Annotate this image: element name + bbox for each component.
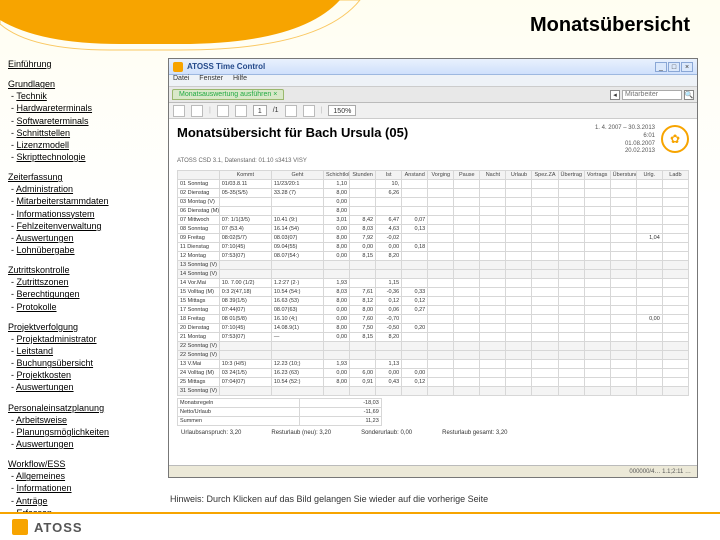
- nav-item[interactable]: Mitarbeiterstammdaten: [17, 196, 109, 206]
- search-icon[interactable]: 🔍: [684, 90, 694, 100]
- toolbar: | 1 /1 | 150%: [169, 103, 697, 119]
- close-button[interactable]: ×: [681, 62, 693, 72]
- menubar[interactable]: Datei Fenster Hilfe: [169, 75, 697, 87]
- nav-item[interactable]: Auswertungen: [16, 233, 74, 243]
- nav-item[interactable]: Berechtigungen: [17, 289, 80, 299]
- page-of: /1: [273, 107, 279, 114]
- nav-item[interactable]: Informationssystem: [17, 209, 95, 219]
- nav-section[interactable]: Einführung: [8, 58, 158, 70]
- minimize-button[interactable]: _: [655, 62, 667, 72]
- menu-help[interactable]: Hilfe: [233, 75, 247, 82]
- zoom-select[interactable]: 150%: [328, 105, 356, 116]
- window-controls[interactable]: _□×: [654, 62, 693, 72]
- nav-item[interactable]: Lizenzmodell: [17, 140, 70, 150]
- report-content: Monatsübersicht für Bach Ursula (05) 1. …: [169, 119, 697, 465]
- page-prev-icon[interactable]: [235, 105, 247, 117]
- page-last-icon[interactable]: [303, 105, 315, 117]
- prev-icon[interactable]: ◂: [610, 90, 620, 100]
- search-input[interactable]: [622, 90, 682, 100]
- totals-table: Monatsregeln-18,03Netto/Urlaub-11,69Summ…: [177, 398, 382, 426]
- nav-section[interactable]: Zutrittskontrolle: [8, 264, 158, 276]
- nav-section[interactable]: Personaleinsatzplanung: [8, 402, 158, 414]
- nav-item[interactable]: Administration: [16, 184, 73, 194]
- page-next-icon[interactable]: [285, 105, 297, 117]
- nav-item[interactable]: Zutrittszonen: [17, 277, 69, 287]
- nav-item[interactable]: Planungsmöglichkeiten: [17, 427, 110, 437]
- tab-close-icon[interactable]: ×: [273, 91, 277, 98]
- nav-section[interactable]: Grundlagen: [8, 78, 158, 90]
- brand-icon: [12, 519, 28, 535]
- left-nav: EinführungGrundlagen- Technik- Hardwaret…: [8, 58, 158, 527]
- tab-bar: Monatsauswertung ausführen × ◂ 🔍: [169, 87, 697, 103]
- company-logo-icon: ✿: [661, 125, 689, 153]
- nav-item[interactable]: Projektkosten: [17, 370, 72, 380]
- bottom-summary: Urlaubsanspruch: 3,20Resturlaub (neu): 3…: [177, 430, 689, 436]
- nav-item[interactable]: Protokolle: [17, 302, 57, 312]
- nav-item[interactable]: Leitstand: [17, 346, 54, 356]
- nav-item[interactable]: Lohnübergabe: [17, 245, 75, 255]
- nav-item[interactable]: Allgemeines: [16, 471, 65, 481]
- screenshot-app[interactable]: ATOSS Time Control _□× Datei Fenster Hil…: [168, 58, 698, 478]
- report-heading: Monatsübersicht für Bach Ursula (05): [177, 125, 595, 140]
- page-number[interactable]: 1: [253, 105, 267, 116]
- nav-item[interactable]: Projektadministrator: [17, 334, 97, 344]
- maximize-button[interactable]: □: [668, 62, 680, 72]
- tool-print-icon[interactable]: [191, 105, 203, 117]
- nav-item[interactable]: Buchungsübersicht: [17, 358, 94, 368]
- window-titlebar: ATOSS Time Control _□×: [169, 59, 697, 75]
- nav-item[interactable]: Technik: [16, 91, 47, 101]
- report-sub: ATOSS CSD 3.1, Datenstand: 01.10 s3413 V…: [177, 158, 689, 164]
- nav-section[interactable]: Workflow/ESS: [8, 458, 158, 470]
- menu-file[interactable]: Datei: [173, 75, 189, 82]
- nav-item[interactable]: Auswertungen: [16, 382, 74, 392]
- nav-section[interactable]: Zeiterfassung: [8, 171, 158, 183]
- tool-save-icon[interactable]: [173, 105, 185, 117]
- report-meta: 1. 4. 2007 – 30.3.20136:0101.08.200720.0…: [595, 125, 655, 156]
- nav-item[interactable]: Softwareterminals: [17, 116, 89, 126]
- status-bar: 000000/4… 1.1;2:11 …: [169, 465, 697, 477]
- nav-item[interactable]: Arbeitsweise: [16, 415, 67, 425]
- nav-item[interactable]: Skripttechnologie: [17, 152, 86, 162]
- app-icon: [173, 62, 183, 72]
- window-title: ATOSS Time Control: [187, 62, 654, 71]
- page-first-icon[interactable]: [217, 105, 229, 117]
- nav-item[interactable]: Hardwareterminals: [17, 103, 93, 113]
- nav-item[interactable]: Schnittstellen: [17, 128, 71, 138]
- nav-item[interactable]: Anträge: [16, 496, 48, 506]
- tab-report[interactable]: Monatsauswertung ausführen ×: [172, 89, 284, 100]
- brand-text: ATOSS: [34, 520, 83, 535]
- nav-item[interactable]: Auswertungen: [16, 439, 74, 449]
- footer: ATOSS: [0, 512, 720, 540]
- nav-item[interactable]: Fehlzeitenverwaltung: [17, 221, 102, 231]
- hint-text: Hinweis: Durch Klicken auf das Bild gela…: [170, 494, 488, 504]
- menu-window[interactable]: Fenster: [199, 75, 223, 82]
- page-title: Monatsübersicht: [530, 14, 690, 37]
- report-table: KommtGehtSchichtlohnStundenIstAnstandVor…: [177, 170, 689, 396]
- nav-section[interactable]: Projektverfolgung: [8, 321, 158, 333]
- nav-item[interactable]: Informationen: [17, 483, 72, 493]
